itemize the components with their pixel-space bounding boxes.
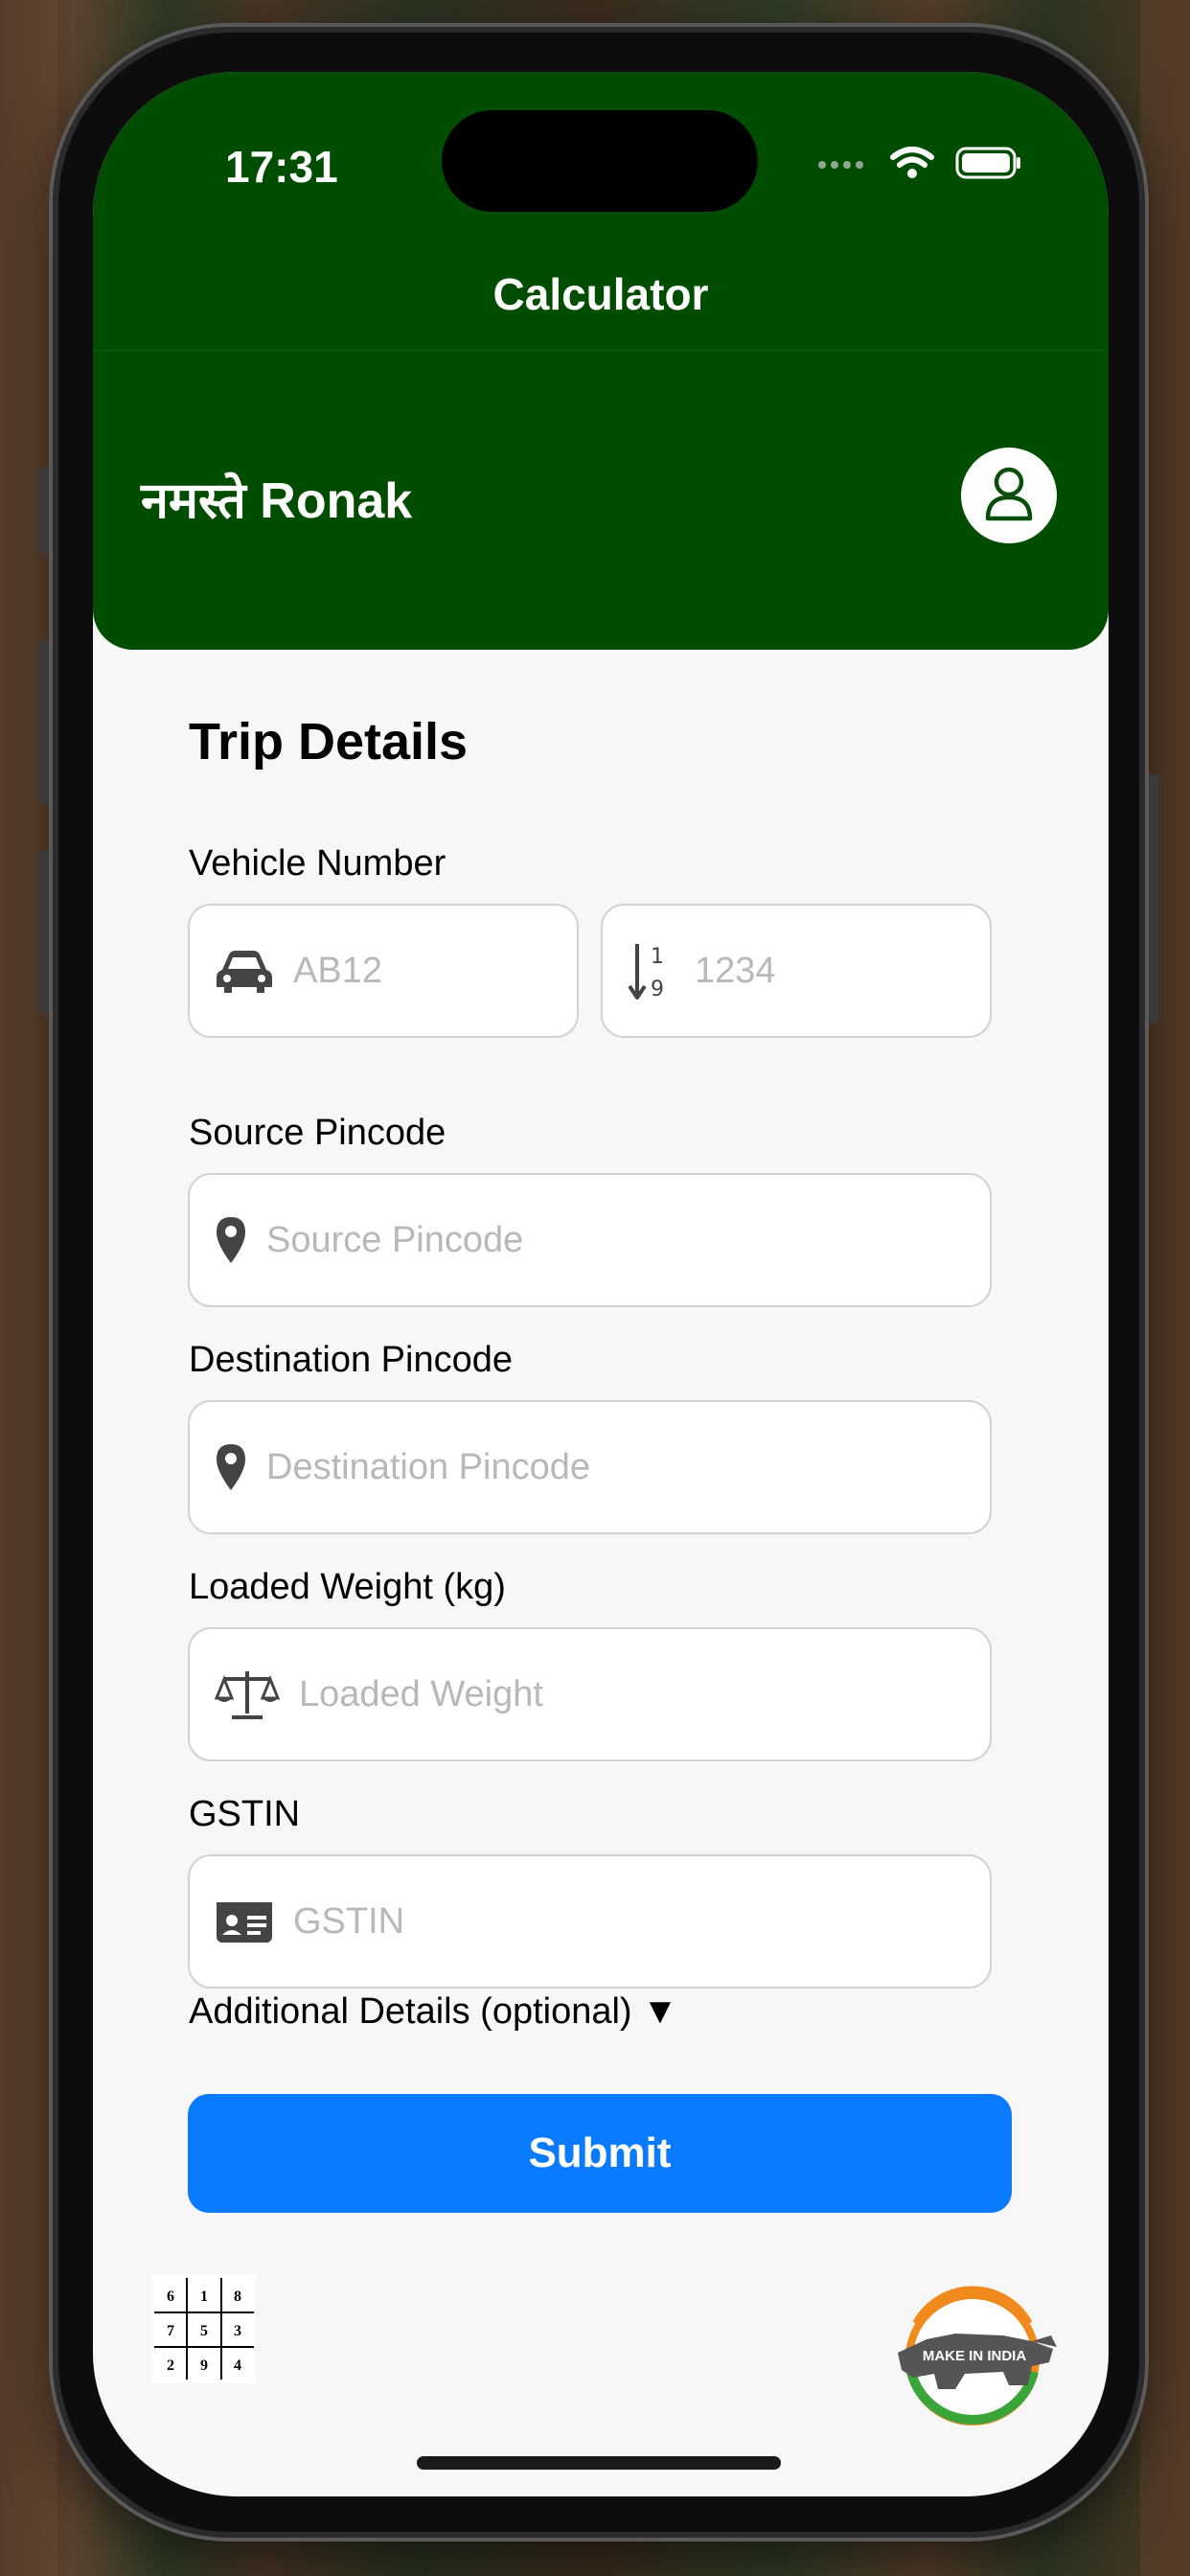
make-in-india-logo: MAKE IN INDIA bbox=[888, 2286, 1061, 2429]
vehicle-number-part2-input[interactable] bbox=[693, 949, 968, 993]
nav-title: Calculator bbox=[492, 269, 709, 319]
gstin-input[interactable] bbox=[291, 1899, 856, 1944]
signal-icon bbox=[817, 156, 869, 174]
car-icon bbox=[215, 947, 274, 995]
side-button-volume-down bbox=[39, 851, 49, 1014]
make-in-india-text: MAKE IN INDIA bbox=[923, 2348, 1027, 2364]
loaded-weight-label: Loaded Weight (kg) bbox=[189, 1567, 506, 1607]
location-pin-icon bbox=[215, 1442, 247, 1492]
status-time: 17:31 bbox=[225, 142, 338, 192]
magic-square-logo: 6 1 8 7 5 3 2 9 4 bbox=[152, 2274, 256, 2383]
gstin-field[interactable] bbox=[188, 1854, 992, 1989]
header-panel: 17:31 Calculator नमस्ते Ronak bbox=[93, 72, 1109, 650]
destination-pincode-field[interactable] bbox=[188, 1400, 992, 1534]
loaded-weight-field[interactable] bbox=[188, 1627, 992, 1761]
greeting-text: नमस्ते Ronak bbox=[141, 473, 413, 529]
svg-text:9: 9 bbox=[651, 978, 664, 1001]
background-tree-right bbox=[1140, 0, 1190, 2576]
submit-button[interactable]: Submit bbox=[188, 2094, 1012, 2213]
source-pincode-label: Source Pincode bbox=[189, 1113, 446, 1153]
vehicle-number-part1-input[interactable] bbox=[291, 949, 566, 993]
location-pin-icon bbox=[215, 1215, 247, 1265]
magic-square-digit: 1 bbox=[200, 2288, 208, 2305]
home-indicator[interactable] bbox=[417, 2456, 781, 2470]
vehicle-number-part2-field[interactable]: 1 9 bbox=[601, 904, 992, 1038]
loaded-weight-input[interactable] bbox=[297, 1672, 861, 1716]
app-screen: 17:31 Calculator नमस्ते Ronak Trip Detai… bbox=[93, 72, 1109, 2496]
side-button-power bbox=[1149, 774, 1158, 1024]
scale-icon bbox=[215, 1668, 280, 1721]
magic-square-digit: 3 bbox=[234, 2323, 241, 2339]
magic-square-digit: 8 bbox=[234, 2288, 241, 2305]
dynamic-island bbox=[442, 110, 758, 212]
nav-divider bbox=[93, 350, 1109, 351]
profile-button[interactable] bbox=[961, 448, 1057, 543]
status-icons bbox=[817, 141, 1022, 189]
magic-square-digit: 7 bbox=[167, 2323, 174, 2339]
magic-square-digit: 2 bbox=[167, 2358, 174, 2374]
magic-square-digit: 4 bbox=[234, 2358, 241, 2374]
vehicle-number-part1-field[interactable] bbox=[188, 904, 579, 1038]
sort-number-icon: 1 9 bbox=[628, 940, 675, 1001]
vehicle-number-label: Vehicle Number bbox=[189, 843, 446, 884]
destination-pincode-label: Destination Pincode bbox=[189, 1340, 513, 1380]
background-tree-left bbox=[0, 0, 57, 2576]
side-button-volume-up bbox=[39, 640, 49, 803]
magic-square-digit: 9 bbox=[200, 2358, 208, 2374]
battery-icon bbox=[955, 146, 1022, 185]
wifi-icon bbox=[890, 146, 934, 185]
profile-icon bbox=[982, 465, 1036, 527]
svg-text:1: 1 bbox=[651, 945, 664, 969]
magic-square-digit: 6 bbox=[167, 2288, 174, 2305]
section-title: Trip Details bbox=[189, 713, 469, 770]
gstin-label: GSTIN bbox=[189, 1794, 301, 1834]
destination-pincode-input[interactable] bbox=[264, 1445, 829, 1489]
source-pincode-field[interactable] bbox=[188, 1173, 992, 1307]
source-pincode-input[interactable] bbox=[264, 1218, 829, 1262]
additional-details-toggle[interactable]: Additional Details (optional) ▼ bbox=[189, 1991, 678, 2033]
magic-square-digit: 5 bbox=[200, 2323, 208, 2339]
side-button-silent bbox=[39, 468, 49, 554]
id-card-icon bbox=[215, 1898, 274, 1944]
